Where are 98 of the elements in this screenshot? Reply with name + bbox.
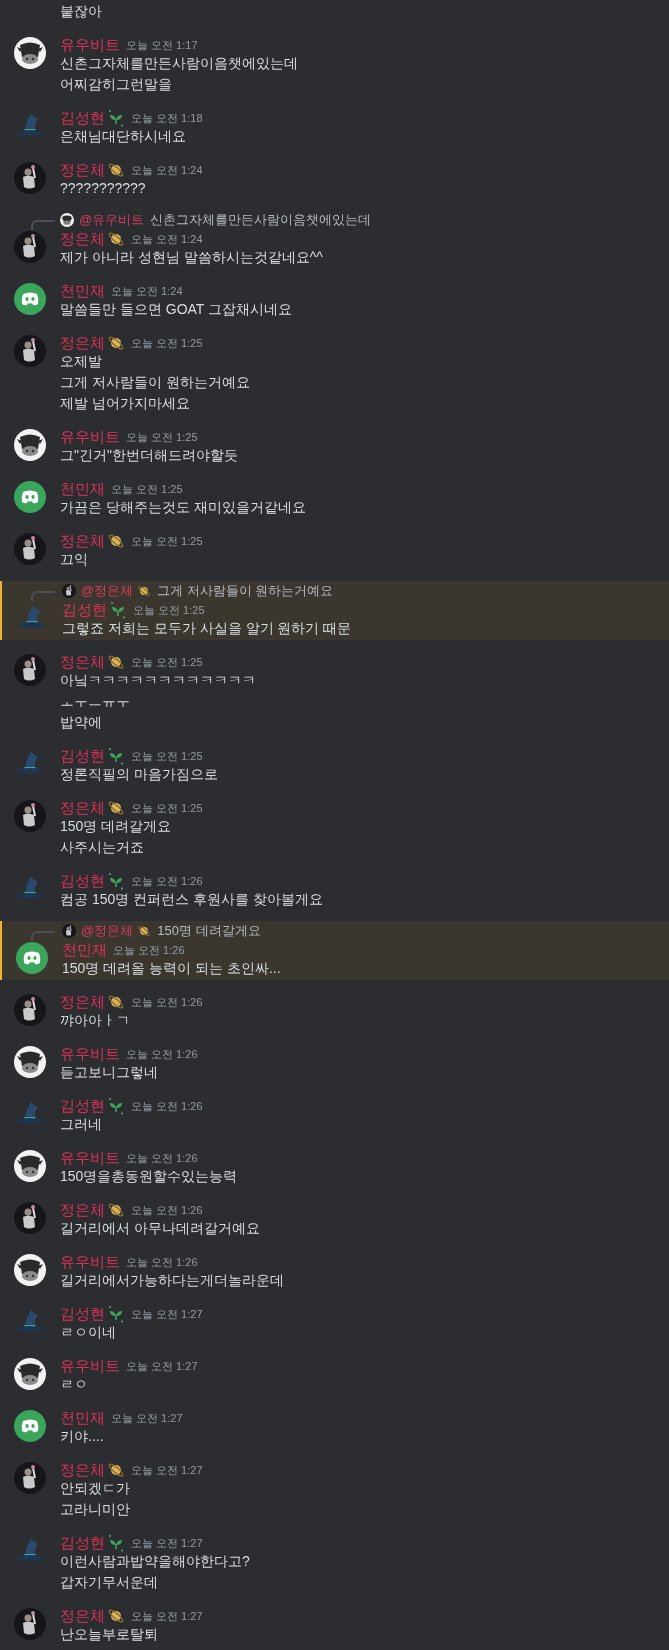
message-text: ㄹㅇ이네 [60,1323,117,1342]
message-text: 150명 데려갈게요 [60,817,173,836]
timestamp: 오늘 오전 1:25 [131,655,203,670]
timestamp: 오늘 오전 1:26 [126,1047,198,1062]
timestamp: 오늘 오전 1:27 [131,1307,203,1322]
username: 정은체 [60,994,105,1010]
timestamp: 오늘 오전 1:25 [133,603,205,618]
message-text: 듣고보니그렇네 [60,1063,159,1082]
username: 정은체 [60,1608,105,1624]
message-text: 이런사람과밥약을해야한다고? [60,1552,250,1571]
message-text: 고라니미안 [60,1500,131,1519]
message-text: 그"긴거"한번더해드려야할듯 [60,446,238,465]
message-text: 150명을총동원할수있는능력 [60,1167,238,1186]
message-text: 그러네 [60,1115,103,1134]
message-text: 아닠ㅋㅋㅋㅋㅋㅋㅋㅋㅋㅋㅋㅋ [60,671,256,690]
message-text: ㅗㅜㅡㅠㅜ [60,692,131,711]
timestamp: 오늘 오전 1:27 [126,1359,198,1374]
reply-author: @정은체 [81,582,134,600]
username: 김성현 [60,1535,105,1551]
message-text: 신촌그자체를만든사람이음챗에있는데 [60,54,298,73]
message-text: ㄹㅇ [60,1375,89,1394]
timestamp: 오늘 오전 1:25 [126,430,198,445]
message-text: 컴공 150명 컨퍼런스 후원사를 찾아볼게요 [60,890,323,909]
message-text: 정론직필의 마음가짐으로 [60,765,218,784]
timestamp: 오늘 오전 1:27 [111,1411,183,1426]
message-text: 말씀들만 들으면 GOAT 그잡채시네요 [60,300,293,319]
username: 김성현 [60,110,105,126]
message-text: 그렇죠 저희는 모두가 사실을 알기 원하기 때문 [62,619,352,638]
username: 유우비트 [60,37,120,53]
timestamp: 오늘 오전 1:17 [126,38,198,53]
username: 유우비트 [60,1358,120,1374]
username: 정은체 [60,800,105,816]
timestamp: 오늘 오전 1:25 [131,749,203,764]
reply-connector-line [31,591,55,601]
username: 정은체 [60,533,105,549]
message-text: 난오늘부로탈퇴 [60,1625,159,1644]
username: 정은체 [60,1202,105,1218]
message-text: ??????????? [60,179,147,198]
timestamp: 오늘 오전 1:25 [131,336,203,351]
username: 천민재 [60,1410,105,1426]
username: 유우비트 [60,429,120,445]
message-text: 사주시는거죠 [60,838,145,857]
username: 정은체 [60,231,105,247]
timestamp: 오늘 오전 1:25 [131,534,203,549]
message-text: 150명 데려올 능력이 되는 초인싸... [62,959,281,978]
reply-text: 신촌그자체를만든사람이음챗에있는데 [150,211,372,229]
message-text: 은채님대단하시네요 [60,127,187,146]
username: 정은체 [60,654,105,670]
message-text: 그게 저사람들이 원하는거예요 [60,373,250,392]
message-text: 제발 넘어가지마세요 [60,394,191,413]
message-text: 갑자기무서운데 [60,1573,159,1592]
timestamp: 오늘 오전 1:27 [131,1609,203,1624]
timestamp: 오늘 오전 1:27 [131,1536,203,1551]
timestamp: 오늘 오전 1:25 [111,482,183,497]
timestamp: 오늘 오전 1:26 [131,1099,203,1114]
message-text: 길거리에서 아무나데려갈거예요 [60,1219,260,1238]
message-text: 붙잖아 [60,2,102,21]
username: 유우비트 [60,1254,120,1270]
timestamp: 오늘 오전 1:26 [126,1151,198,1166]
username: 김성현 [60,873,105,889]
username: 천민재 [60,481,105,497]
timestamp: 오늘 오전 1:26 [113,943,185,958]
message-text: 어찌감히그런말을 [60,75,173,94]
timestamp: 오늘 오전 1:26 [131,874,203,889]
username: 정은체 [60,1462,105,1478]
message-text: 끄익 [60,550,89,569]
message-text: 밥약에 [60,713,103,732]
timestamp: 오늘 오전 1:26 [126,1255,198,1270]
message-text: 키야.... [60,1427,105,1446]
username: 유우비트 [60,1150,120,1166]
reply-text: 그게 저사람들이 원하는거예요 [157,582,334,600]
username: 김성현 [60,1306,105,1322]
reply-author: @유우비트 [79,211,145,229]
reply-connector-line [31,220,55,230]
username: 김성현 [62,602,107,618]
timestamp: 오늘 오전 1:25 [131,801,203,816]
timestamp: 오늘 오전 1:24 [131,163,203,178]
username: 김성현 [60,748,105,764]
username: 천민재 [60,283,105,299]
username: 정은체 [60,162,105,178]
message-text: 가끔은 당해주는것도 재미있을거같네요 [60,498,306,517]
timestamp: 오늘 오전 1:24 [111,284,183,299]
username: 천민재 [62,942,107,958]
message-text: 안되겠ㄷ가 [60,1479,131,1498]
message-text: 오제발 [60,352,103,371]
timestamp: 오늘 오전 1:26 [131,1203,203,1218]
timestamp: 오늘 오전 1:24 [131,232,203,247]
reply-text: 150명 데려갈게요 [157,922,261,940]
username: 유우비트 [60,1046,120,1062]
timestamp: 오늘 오전 1:26 [131,995,203,1010]
message-text: 제가 아니라 성현님 말씀하시는것같네요^^ [60,248,324,267]
timestamp: 오늘 오전 1:18 [131,111,203,126]
message-text: 꺄아아ㅏㄱ [60,1011,131,1030]
username: 김성현 [60,1098,105,1114]
message-text: 길거리에서가능하다는게더놀라운데 [60,1271,284,1290]
username: 정은체 [60,335,105,351]
reply-author: @정은체 [81,922,134,940]
timestamp: 오늘 오전 1:27 [131,1463,203,1478]
